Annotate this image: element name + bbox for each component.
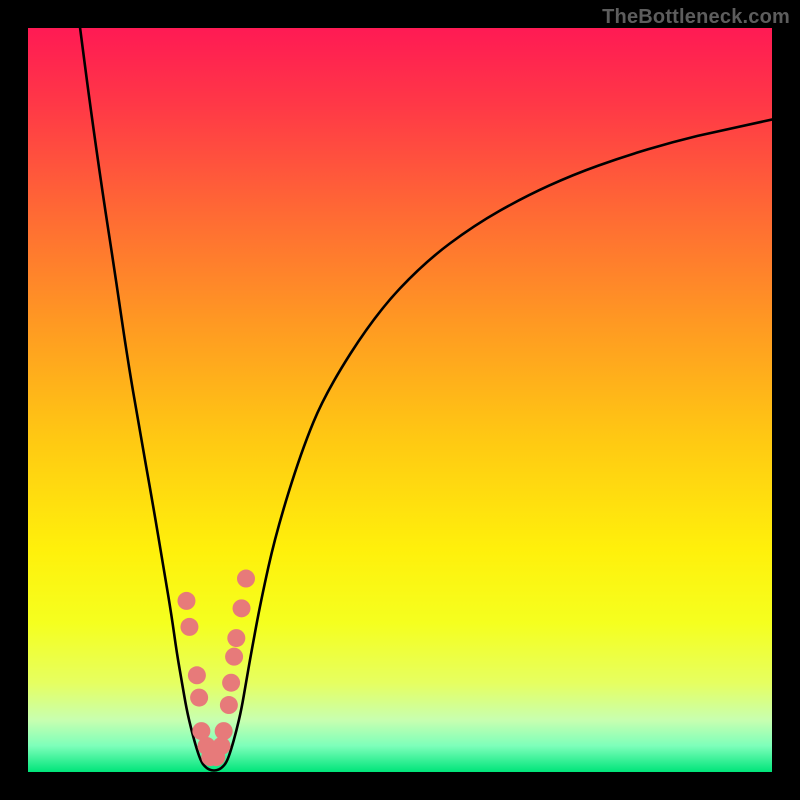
marker-dot	[180, 618, 198, 636]
marker-dot	[233, 599, 251, 617]
plot-area	[28, 28, 772, 772]
marker-dot	[190, 689, 208, 707]
marker-dot	[237, 570, 255, 588]
marker-dot	[220, 696, 238, 714]
chart-svg	[28, 28, 772, 772]
marker-dot	[177, 592, 195, 610]
gradient-background	[28, 28, 772, 772]
watermark-text: TheBottleneck.com	[602, 6, 790, 29]
marker-dot	[188, 666, 206, 684]
chart-frame: TheBottleneck.com	[0, 0, 800, 800]
marker-dot	[225, 648, 243, 666]
marker-dot	[215, 722, 233, 740]
marker-dot	[227, 629, 245, 647]
marker-dot	[222, 674, 240, 692]
